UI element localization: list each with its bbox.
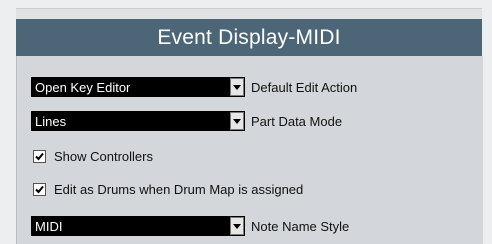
part-data-mode-label: Part Data Mode (251, 113, 343, 129)
note-name-style-select[interactable]: MIDI (31, 216, 245, 236)
edit-as-drums-row: Edit as Drums when Drum Map is assigned (31, 178, 303, 200)
default-edit-action-label: Default Edit Action (251, 79, 358, 95)
part-data-mode-row: Lines Part Data Mode (31, 110, 342, 132)
note-name-style-label: Note Name Style (251, 218, 350, 234)
section-header: Event Display-MIDI (16, 19, 482, 57)
default-edit-action-value: Open Key Editor (35, 79, 131, 95)
header-area: Event Display-MIDI (16, 8, 482, 57)
chevron-down-icon[interactable] (230, 112, 244, 130)
chevron-down-icon[interactable] (230, 217, 244, 235)
preferences-panel: Event Display-MIDI Open Key Editor Defau… (0, 0, 492, 244)
show-controllers-label: Show Controllers (54, 148, 153, 164)
checkmark-icon (35, 185, 44, 193)
show-controllers-checkbox[interactable] (33, 149, 46, 163)
default-edit-action-select[interactable]: Open Key Editor (31, 77, 245, 97)
part-data-mode-value: Lines (35, 113, 67, 129)
default-edit-action-row: Open Key Editor Default Edit Action (31, 76, 357, 98)
note-name-style-value: MIDI (35, 218, 63, 234)
note-name-style-row: MIDI Note Name Style (31, 215, 349, 237)
edit-as-drums-label: Edit as Drums when Drum Map is assigned (54, 181, 304, 197)
show-controllers-row: Show Controllers (31, 145, 153, 167)
chevron-down-icon[interactable] (230, 78, 244, 96)
checkmark-icon (35, 152, 44, 160)
section-title: Event Display-MIDI (157, 26, 341, 49)
settings-panel: Open Key Editor Default Edit Action Line… (16, 56, 483, 244)
edit-as-drums-checkbox[interactable] (33, 182, 46, 196)
part-data-mode-select[interactable]: Lines (31, 111, 245, 131)
